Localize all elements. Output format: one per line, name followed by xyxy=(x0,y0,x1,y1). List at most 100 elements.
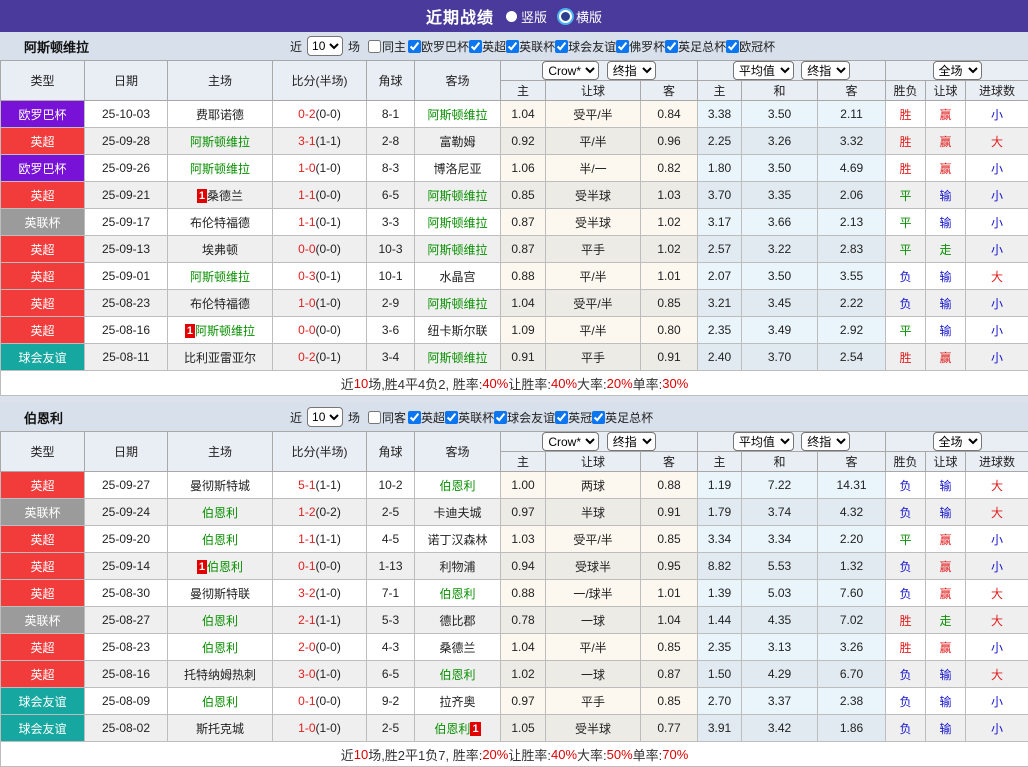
scope-select[interactable]: 全场 xyxy=(933,432,982,451)
home-team[interactable]: 伯恩利 xyxy=(168,688,273,715)
away-team[interactable]: 伯恩利 xyxy=(415,580,501,607)
match-count-select[interactable]: 10 xyxy=(307,407,343,427)
home-team[interactable]: 1伯恩利 xyxy=(168,553,273,580)
home-team[interactable]: 伯恩利 xyxy=(168,499,273,526)
odds-handicap: 两球 xyxy=(546,472,641,499)
corner-score: 8-3 xyxy=(367,155,415,182)
layout-radio-vertical[interactable]: 竖版 xyxy=(506,7,547,26)
league-filter-checkbox[interactable]: 英足总杯 xyxy=(592,409,653,426)
table-row: 英联杯25-09-24伯恩利1-2(0-2)2-5卡迪夫城0.97半球0.911… xyxy=(1,499,1028,526)
final-odds-select[interactable]: 终指 xyxy=(801,432,850,451)
away-team[interactable]: 阿斯顿维拉 xyxy=(415,344,501,371)
checkbox-icon[interactable] xyxy=(494,411,507,424)
home-team[interactable]: 1阿斯顿维拉 xyxy=(168,317,273,344)
checkbox-icon[interactable] xyxy=(616,40,629,53)
away-team[interactable]: 阿斯顿维拉 xyxy=(415,182,501,209)
league-badge: 英联杯 xyxy=(1,209,85,236)
away-team[interactable]: 水晶宫 xyxy=(415,263,501,290)
corner-score: 3-4 xyxy=(367,344,415,371)
league-filter-checkbox[interactable]: 英冠 xyxy=(555,409,592,426)
away-team[interactable]: 阿斯顿维拉 xyxy=(415,209,501,236)
fulltime-score: 1-1 xyxy=(298,215,315,229)
league-filter-checkbox[interactable]: 英足总杯 xyxy=(665,38,726,55)
result-goals: 小 xyxy=(966,209,1028,236)
result-handicap: 输 xyxy=(926,209,966,236)
odds-away: 1.02 xyxy=(641,236,698,263)
home-team[interactable]: 阿斯顿维拉 xyxy=(168,155,273,182)
away-team[interactable]: 博洛尼亚 xyxy=(415,155,501,182)
home-team[interactable]: 比利亚雷亚尔 xyxy=(168,344,273,371)
same-home-checkbox[interactable]: 同主 xyxy=(368,38,406,55)
league-filter-checkbox[interactable]: 球会友谊 xyxy=(555,38,616,55)
avg-draw: 3.22 xyxy=(742,236,818,263)
average-select[interactable]: 平均值 xyxy=(733,61,794,80)
home-team[interactable]: 费耶诺德 xyxy=(168,101,273,128)
bookmaker-select[interactable]: Crow* xyxy=(542,61,599,80)
final-odds-select[interactable]: 终指 xyxy=(801,61,850,80)
away-team[interactable]: 阿斯顿维拉 xyxy=(415,290,501,317)
checkbox-icon[interactable] xyxy=(368,411,381,424)
home-team[interactable]: 斯托克城 xyxy=(168,715,273,742)
away-team[interactable]: 伯恩利 xyxy=(415,472,501,499)
away-team[interactable]: 德比郡 xyxy=(415,607,501,634)
checkbox-icon[interactable] xyxy=(555,411,568,424)
league-filter-checkbox[interactable]: 佛罗杯 xyxy=(616,38,665,55)
away-team[interactable]: 纽卡斯尔联 xyxy=(415,317,501,344)
same-away-checkbox[interactable]: 同客 xyxy=(368,409,406,426)
scope-select[interactable]: 全场 xyxy=(933,61,982,80)
filter-matches-label: 场 xyxy=(348,409,360,426)
league-filter-checkbox[interactable]: 欧冠杯 xyxy=(726,38,775,55)
odds-home: 1.03 xyxy=(501,526,546,553)
away-team[interactable]: 诺丁汉森林 xyxy=(415,526,501,553)
home-team[interactable]: 伯恩利 xyxy=(168,634,273,661)
home-team[interactable]: 阿斯顿维拉 xyxy=(168,128,273,155)
away-team[interactable]: 桑德兰 xyxy=(415,634,501,661)
table-row: 球会友谊25-08-09伯恩利0-1(0-0)9-2拉齐奥0.97平手0.852… xyxy=(1,688,1028,715)
home-team[interactable]: 曼彻斯特城 xyxy=(168,472,273,499)
halftime-score: (0-0) xyxy=(316,559,341,573)
odds-home: 1.06 xyxy=(501,155,546,182)
checkbox-icon[interactable] xyxy=(592,411,605,424)
checkbox-icon[interactable] xyxy=(408,411,421,424)
home-team[interactable]: 曼彻斯特联 xyxy=(168,580,273,607)
checkbox-icon[interactable] xyxy=(368,40,381,53)
league-filter-checkbox[interactable]: 欧罗巴杯 xyxy=(408,38,469,55)
average-select[interactable]: 平均值 xyxy=(733,432,794,451)
checkbox-icon[interactable] xyxy=(469,40,482,53)
home-team[interactable]: 布伦特福德 xyxy=(168,209,273,236)
away-team[interactable]: 富勒姆 xyxy=(415,128,501,155)
away-team[interactable]: 阿斯顿维拉 xyxy=(415,101,501,128)
away-team[interactable]: 阿斯顿维拉 xyxy=(415,236,501,263)
col-home: 主场 xyxy=(168,61,273,101)
avg-draw: 7.22 xyxy=(742,472,818,499)
final-odds-select[interactable]: 终指 xyxy=(607,61,656,80)
home-team[interactable]: 托特纳姆热刺 xyxy=(168,661,273,688)
away-team[interactable]: 利物浦 xyxy=(415,553,501,580)
checkbox-icon[interactable] xyxy=(665,40,678,53)
layout-radio-horizontal[interactable]: 横版 xyxy=(559,7,602,26)
league-filter-checkbox[interactable]: 英超 xyxy=(408,409,445,426)
checkbox-icon[interactable] xyxy=(726,40,739,53)
league-filter-checkbox[interactable]: 英超 xyxy=(469,38,506,55)
bookmaker-select[interactable]: Crow* xyxy=(542,432,599,451)
home-team[interactable]: 伯恩利 xyxy=(168,607,273,634)
league-filter-checkbox[interactable]: 球会友谊 xyxy=(494,409,555,426)
away-team[interactable]: 伯恩利1 xyxy=(415,715,501,742)
col-date: 日期 xyxy=(85,61,168,101)
home-team[interactable]: 阿斯顿维拉 xyxy=(168,263,273,290)
match-count-select[interactable]: 10 xyxy=(307,36,343,56)
home-team[interactable]: 埃弗顿 xyxy=(168,236,273,263)
away-team[interactable]: 卡迪夫城 xyxy=(415,499,501,526)
away-team[interactable]: 拉齐奥 xyxy=(415,688,501,715)
checkbox-icon[interactable] xyxy=(555,40,568,53)
home-team[interactable]: 1桑德兰 xyxy=(168,182,273,209)
away-team[interactable]: 伯恩利 xyxy=(415,661,501,688)
home-team[interactable]: 布伦特福德 xyxy=(168,290,273,317)
league-filter-checkbox[interactable]: 英联杯 xyxy=(445,409,494,426)
league-filter-checkbox[interactable]: 英联杯 xyxy=(506,38,555,55)
home-team[interactable]: 伯恩利 xyxy=(168,526,273,553)
checkbox-icon[interactable] xyxy=(408,40,421,53)
final-odds-select[interactable]: 终指 xyxy=(607,432,656,451)
checkbox-icon[interactable] xyxy=(445,411,458,424)
checkbox-icon[interactable] xyxy=(506,40,519,53)
